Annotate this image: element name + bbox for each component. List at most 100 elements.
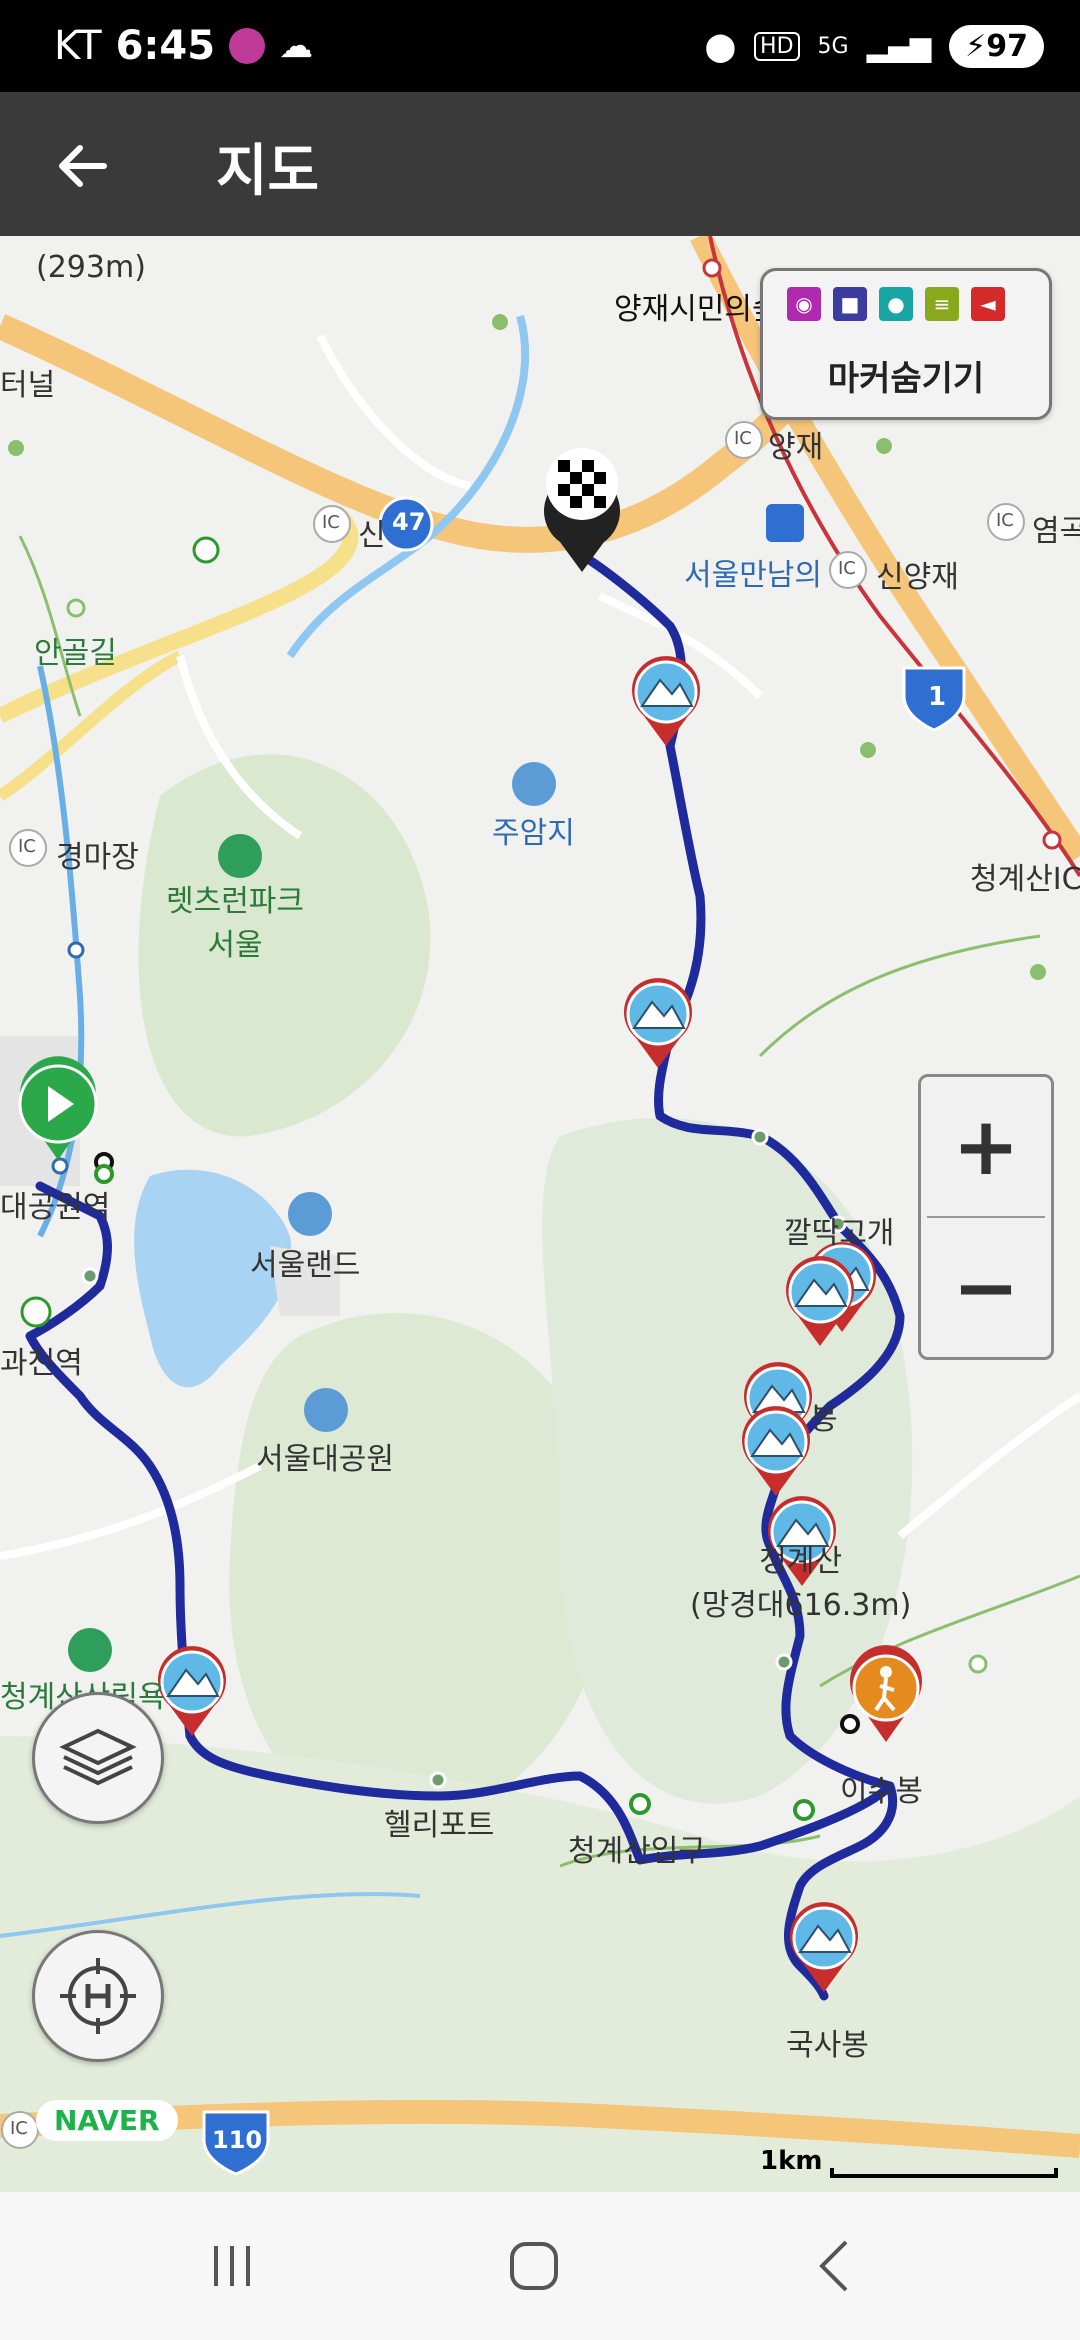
busan-app-icon: [229, 28, 266, 64]
reservoir-icon: [512, 762, 556, 806]
waypoint-dot: [793, 1799, 815, 1821]
system-nav-bar: [0, 2192, 1080, 2340]
waypoint-dot: [775, 1653, 793, 1671]
tree-icon: [218, 834, 262, 878]
trail-dot: [860, 742, 876, 758]
marker-hide-label: 마커숨기기: [827, 359, 985, 399]
route-1-number: 1: [928, 682, 947, 712]
layers-button[interactable]: [32, 1692, 164, 1824]
recent-apps-button[interactable]: [172, 2226, 292, 2306]
marker-type-icons: ◉ ■ ● ≡ ◄: [787, 287, 1005, 321]
forest-area: [229, 1312, 611, 1829]
trail-dot: [1030, 964, 1046, 980]
clock: 6:45: [115, 23, 216, 69]
route-110-number: 110: [212, 2126, 263, 2154]
trail-arrow-icon: [192, 536, 220, 564]
waypoint-dot: [81, 1267, 99, 1285]
ic-label: IC: [734, 428, 752, 449]
peak-marker[interactable]: [158, 1646, 226, 1736]
status-left: KT 6:45 ☁: [54, 0, 313, 92]
restaurant-icon: [766, 504, 804, 542]
flag-icon: ◄: [971, 287, 1005, 321]
hd-icon: HD: [754, 31, 800, 61]
place-label: 양재시민의숲: [614, 292, 780, 327]
peak-label: 청계산 (망경대616.3m): [690, 1544, 912, 1623]
trail-dot: [8, 440, 24, 456]
station-label: 대공원역: [0, 1190, 111, 1225]
station-label: 과천역: [0, 1346, 83, 1381]
subway-station-dot: [702, 258, 722, 278]
peak-label: 이수봉: [840, 1774, 923, 1809]
route-47-number: 47: [392, 508, 426, 536]
amusement-park-icon: [288, 1192, 332, 1236]
my-location-button[interactable]: [32, 1930, 164, 2062]
peak-label: 봉: [810, 1402, 838, 1437]
cloud-icon: ☁: [279, 26, 314, 66]
layers-icon: [59, 1728, 137, 1786]
scale-bar: [830, 2168, 1058, 2178]
pass-label: 깔딱고개: [784, 1216, 895, 1251]
peak-marker[interactable]: [632, 656, 700, 746]
recent-apps-icon: [214, 2246, 250, 2286]
waypoint-dot: [840, 1714, 860, 1734]
hiker-marker[interactable]: [850, 1645, 922, 1742]
home-button[interactable]: [474, 2226, 594, 2306]
tree-icon: [68, 1628, 112, 1672]
battery-indicator: ⚡97: [949, 24, 1044, 68]
marker-hide-button[interactable]: ◉ ■ ● ≡ ◄ 마커숨기기: [760, 268, 1052, 420]
trail-dot: [968, 1654, 988, 1674]
back-button[interactable]: [40, 124, 124, 208]
microphone-icon: ●: [879, 287, 913, 321]
signal-icon: ▂▄▆: [866, 29, 932, 63]
system-back-button[interactable]: [776, 2226, 896, 2306]
place-label: 주암지: [492, 816, 575, 851]
place-label: 청계산IC: [970, 862, 1080, 897]
peak-elevation-label: (293m): [36, 250, 146, 285]
ic-label: IC: [18, 836, 36, 857]
scale-label: 1km: [760, 2146, 823, 2176]
zoom-out-button[interactable]: −: [921, 1218, 1051, 1357]
place-label: 서울대공원: [256, 1442, 394, 1477]
memo-icon: ≡: [925, 287, 959, 321]
back-icon: [819, 2240, 848, 2292]
trail-arrow-icon: [20, 1296, 52, 1328]
camera-icon: ◉: [787, 287, 821, 321]
peak-label: 국사봉: [786, 2028, 869, 2063]
trail-dot: [876, 438, 892, 454]
5g-icon: 5G: [817, 33, 849, 59]
waypoint-dot: [94, 1164, 114, 1184]
status-right: ⬤ HD 5G ▂▄▆ ⚡97: [705, 0, 1044, 92]
trail-dot: [492, 314, 508, 330]
peak-marker[interactable]: [624, 978, 692, 1068]
battery-level: 97: [986, 28, 1028, 64]
carrier-label: KT: [54, 23, 102, 69]
place-label: 양재: [768, 430, 824, 465]
place-label: 신: [358, 518, 386, 553]
finish-marker[interactable]: [544, 448, 621, 572]
waypoint-dot: [429, 1771, 447, 1789]
place-label: 신양재: [876, 560, 959, 595]
place-label: 헬리포트: [384, 1808, 495, 1843]
waypoint-dot: [751, 1128, 769, 1146]
page-title: 지도: [216, 139, 320, 204]
ic-label: IC: [996, 510, 1014, 531]
subway-station-dot: [1042, 830, 1062, 850]
zoom-in-button[interactable]: +: [921, 1077, 1051, 1216]
road-label: 안골길: [34, 636, 117, 671]
trail-dot: [66, 598, 86, 618]
app-bar: 지도: [0, 92, 1080, 236]
crosshair-icon: [60, 1958, 136, 2034]
subway-station-dot: [67, 941, 85, 959]
place-label: 렛츠런파크 서울: [166, 884, 304, 963]
map-view[interactable]: 47 1 110 IC IC IC IC IC IC (293m) 터널 안골길…: [0, 236, 1080, 2192]
naver-logo: NAVER: [36, 2100, 178, 2141]
arrow-left-icon: [59, 145, 107, 187]
place-label: 염곡: [1032, 514, 1080, 549]
park-icon: [304, 1388, 348, 1432]
place-label: 서울만남의: [684, 558, 822, 593]
tunnel-label: 터널: [0, 368, 56, 403]
place-label: 청계산입구: [568, 1834, 706, 1869]
ic-label: IC: [838, 558, 856, 579]
road: [0, 510, 359, 724]
location-pin-icon: ⬤: [704, 29, 737, 63]
